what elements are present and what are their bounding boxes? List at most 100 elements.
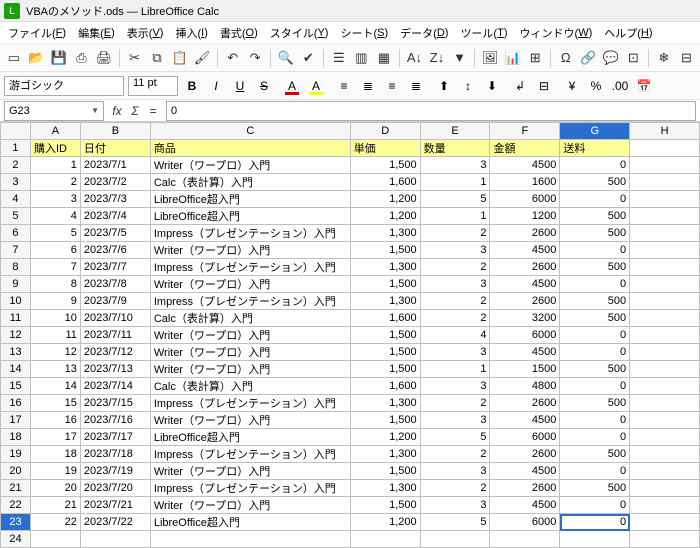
cell-header[interactable]: 送料 <box>560 140 630 157</box>
cell[interactable]: 9 <box>30 293 80 310</box>
clone-format-icon[interactable]: 🖌 <box>192 48 212 68</box>
sum-icon[interactable]: Σ <box>126 102 144 120</box>
cell[interactable]: Calc（表計算）入門 <box>150 174 350 191</box>
cell-header[interactable]: 日付 <box>80 140 150 157</box>
cell[interactable]: 500 <box>560 310 630 327</box>
cell[interactable] <box>630 497 700 514</box>
cell[interactable]: 1,500 <box>350 412 420 429</box>
cell[interactable]: 4 <box>420 327 490 344</box>
cell-header[interactable]: 単価 <box>350 140 420 157</box>
col-header-A[interactable]: A <box>30 123 80 140</box>
cell[interactable]: 2600 <box>490 293 560 310</box>
find-icon[interactable]: 🔍 <box>276 48 296 68</box>
cell[interactable]: 1,200 <box>350 429 420 446</box>
spellcheck-icon[interactable]: ✔ <box>299 48 319 68</box>
cell[interactable]: 2023/7/9 <box>80 293 150 310</box>
row-header[interactable]: 17 <box>1 412 31 429</box>
row-header[interactable]: 8 <box>1 259 31 276</box>
cell[interactable]: Impress（プレゼンテーション）入門 <box>150 480 350 497</box>
cell[interactable]: 10 <box>30 310 80 327</box>
cell[interactable]: 4800 <box>490 378 560 395</box>
cell[interactable] <box>630 531 700 548</box>
cell[interactable]: 6000 <box>490 429 560 446</box>
autofilter-icon[interactable]: ▼ <box>450 48 470 68</box>
cell[interactable]: 1,200 <box>350 208 420 225</box>
cut-icon[interactable]: ✂ <box>125 48 145 68</box>
cell-header[interactable]: 購入ID <box>30 140 80 157</box>
cell[interactable]: 1,500 <box>350 327 420 344</box>
cell[interactable]: 6000 <box>490 191 560 208</box>
cell[interactable] <box>630 208 700 225</box>
dropdown-icon[interactable]: ▼ <box>91 106 99 115</box>
cell[interactable] <box>420 531 490 548</box>
cell[interactable]: 1,500 <box>350 344 420 361</box>
cell[interactable] <box>560 531 630 548</box>
wrap-text-button[interactable]: ↲ <box>510 76 530 96</box>
cell[interactable]: 1,500 <box>350 157 420 174</box>
col-header-D[interactable]: D <box>350 123 420 140</box>
cell[interactable]: LibreOffice超入門 <box>150 191 350 208</box>
cell[interactable]: LibreOffice超入門 <box>150 514 350 531</box>
cell[interactable]: 8 <box>30 276 80 293</box>
cell[interactable]: 1,500 <box>350 463 420 480</box>
cell[interactable]: 1,300 <box>350 395 420 412</box>
cell[interactable] <box>630 514 700 531</box>
cell[interactable]: Calc（表計算）入門 <box>150 378 350 395</box>
cell[interactable]: 3 <box>420 463 490 480</box>
cell[interactable]: 3 <box>30 191 80 208</box>
cell-header[interactable]: 数量 <box>420 140 490 157</box>
cell[interactable]: 0 <box>560 344 630 361</box>
cell[interactable]: 3200 <box>490 310 560 327</box>
cell[interactable]: 2 <box>420 480 490 497</box>
row-header[interactable]: 12 <box>1 327 31 344</box>
cell[interactable]: 14 <box>30 378 80 395</box>
row-header[interactable]: 6 <box>1 225 31 242</box>
cell[interactable]: 3 <box>420 378 490 395</box>
align-bottom-button[interactable]: ⬇ <box>482 76 502 96</box>
cell[interactable]: LibreOffice超入門 <box>150 429 350 446</box>
row-header[interactable]: 11 <box>1 310 31 327</box>
row-icon[interactable]: ☰ <box>329 48 349 68</box>
cell[interactable]: Writer（ワープロ）入門 <box>150 276 350 293</box>
cell[interactable]: Impress（プレゼンテーション）入門 <box>150 446 350 463</box>
cell[interactable]: 7 <box>30 259 80 276</box>
cell[interactable]: 500 <box>560 208 630 225</box>
row-header[interactable]: 10 <box>1 293 31 310</box>
cell[interactable]: 12 <box>30 344 80 361</box>
row-header[interactable]: 1 <box>1 140 31 157</box>
cell[interactable]: 1 <box>420 208 490 225</box>
menu-d[interactable]: データ(D) <box>394 22 454 43</box>
cell-header[interactable] <box>630 140 700 157</box>
cell[interactable] <box>350 531 420 548</box>
cell-header[interactable]: 金額 <box>490 140 560 157</box>
cell[interactable]: 2023/7/5 <box>80 225 150 242</box>
chart-icon[interactable]: 📊 <box>503 48 523 68</box>
cell[interactable]: 0 <box>560 276 630 293</box>
cell[interactable]: 2023/7/14 <box>80 378 150 395</box>
cell[interactable]: 2023/7/7 <box>80 259 150 276</box>
row-header[interactable]: 23 <box>1 514 31 531</box>
row-header[interactable]: 4 <box>1 191 31 208</box>
special-char-icon[interactable]: Ω <box>556 48 576 68</box>
cell[interactable]: 500 <box>560 446 630 463</box>
row-header[interactable]: 3 <box>1 174 31 191</box>
strikethrough-button[interactable]: S <box>254 76 274 96</box>
cell[interactable]: Impress（プレゼンテーション）入門 <box>150 225 350 242</box>
row-header[interactable]: 7 <box>1 242 31 259</box>
menu-y[interactable]: スタイル(Y) <box>264 22 335 43</box>
cell[interactable] <box>630 429 700 446</box>
col-header-H[interactable]: H <box>630 123 700 140</box>
cell[interactable]: 0 <box>560 157 630 174</box>
cell[interactable] <box>630 310 700 327</box>
font-name-combo[interactable]: 游ゴシック <box>4 76 124 96</box>
cell[interactable]: 6000 <box>490 514 560 531</box>
cell[interactable]: 3 <box>420 412 490 429</box>
col-header-C[interactable]: C <box>150 123 350 140</box>
cell[interactable]: 2023/7/22 <box>80 514 150 531</box>
row-header[interactable]: 22 <box>1 497 31 514</box>
row-header[interactable]: 2 <box>1 157 31 174</box>
cell[interactable]: 1,300 <box>350 293 420 310</box>
percent-button[interactable]: % <box>586 76 606 96</box>
pivot-icon[interactable]: ⊞ <box>525 48 545 68</box>
cell[interactable]: Writer（ワープロ）入門 <box>150 327 350 344</box>
